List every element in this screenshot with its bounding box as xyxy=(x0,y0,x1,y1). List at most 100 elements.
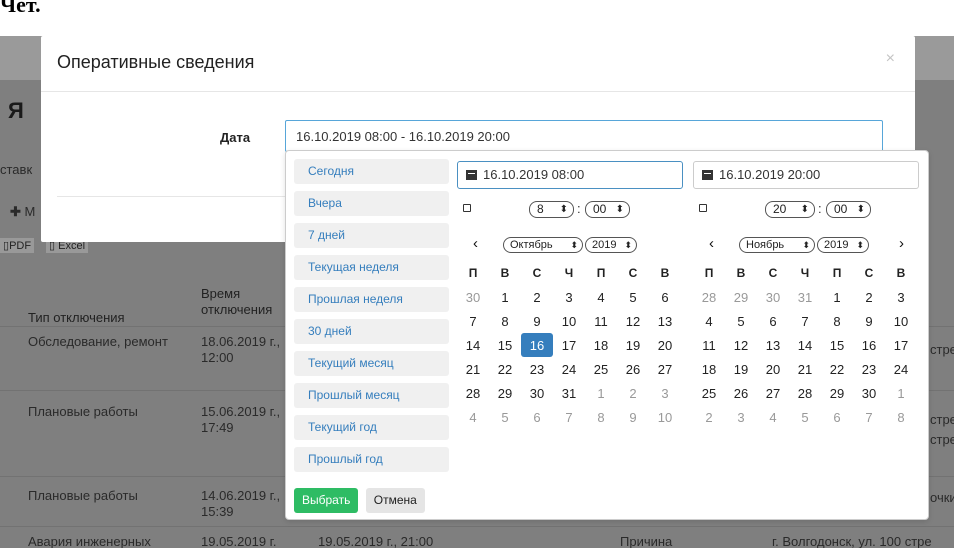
end-hour-select[interactable]: 20 ⬍ xyxy=(765,201,815,218)
preset-range-item[interactable]: Текущий год xyxy=(294,415,449,440)
left-year-select[interactable]: 2019 ⬍ xyxy=(585,237,637,253)
calendar-day[interactable]: 11 xyxy=(693,333,725,357)
next-month-icon[interactable]: › xyxy=(899,235,904,252)
calendar-day[interactable]: 10 xyxy=(553,309,585,333)
calendar-day[interactable]: 28 xyxy=(457,381,489,405)
calendar-day[interactable]: 25 xyxy=(585,357,617,381)
calendar-day[interactable]: 24 xyxy=(885,357,917,381)
close-icon[interactable]: × xyxy=(886,50,895,68)
start-date-input[interactable]: 16.10.2019 08:00 xyxy=(457,161,683,189)
prev-month-icon[interactable]: ‹ xyxy=(473,235,478,252)
preset-range-item[interactable]: Вчера xyxy=(294,191,449,216)
calendar-day[interactable]: 4 xyxy=(457,405,489,429)
calendar-day[interactable]: 9 xyxy=(853,309,885,333)
calendar-day[interactable]: 31 xyxy=(553,381,585,405)
preset-range-item[interactable]: Текущий месяц xyxy=(294,351,449,376)
calendar-day[interactable]: 9 xyxy=(521,309,553,333)
calendar-day[interactable]: 6 xyxy=(821,405,853,429)
calendar-day[interactable]: 29 xyxy=(725,285,757,309)
calendar-day[interactable]: 14 xyxy=(457,333,489,357)
export-pdf-button[interactable]: ▯PDF xyxy=(0,238,35,253)
calendar-day[interactable]: 3 xyxy=(725,405,757,429)
calendar-day[interactable]: 26 xyxy=(725,381,757,405)
calendar-day[interactable]: 10 xyxy=(885,309,917,333)
calendar-day[interactable]: 20 xyxy=(757,357,789,381)
calendar-day[interactable]: 23 xyxy=(521,357,553,381)
preset-range-item[interactable]: Текущая неделя xyxy=(294,255,449,280)
calendar-day[interactable]: 6 xyxy=(649,285,681,309)
calendar-day[interactable]: 29 xyxy=(821,381,853,405)
calendar-day[interactable]: 8 xyxy=(585,405,617,429)
calendar-day[interactable]: 16 xyxy=(853,333,885,357)
calendar-day[interactable]: 2 xyxy=(521,285,553,309)
right-year-select[interactable]: 2019 ⬍ xyxy=(817,237,869,253)
calendar-day[interactable]: 2 xyxy=(853,285,885,309)
date-range-input[interactable] xyxy=(285,120,883,152)
calendar-day[interactable]: 28 xyxy=(789,381,821,405)
preset-range-item[interactable]: 7 дней xyxy=(294,223,449,248)
calendar-day[interactable]: 22 xyxy=(489,357,521,381)
calendar-day[interactable]: 3 xyxy=(553,285,585,309)
calendar-day[interactable]: 6 xyxy=(757,309,789,333)
left-month-select[interactable]: Октябрь ⬍ xyxy=(503,237,583,253)
calendar-day[interactable]: 11 xyxy=(585,309,617,333)
preset-range-item[interactable]: Сегодня xyxy=(294,159,449,184)
calendar-day[interactable]: 7 xyxy=(457,309,489,333)
calendar-day[interactable]: 30 xyxy=(457,285,489,309)
calendar-day[interactable]: 8 xyxy=(821,309,853,333)
calendar-day[interactable]: 15 xyxy=(821,333,853,357)
preset-range-item[interactable]: Прошлый год xyxy=(294,447,449,472)
end-date-input[interactable]: 16.10.2019 20:00 xyxy=(693,161,919,189)
calendar-day[interactable]: 7 xyxy=(789,309,821,333)
calendar-day[interactable]: 18 xyxy=(693,357,725,381)
preset-range-item[interactable]: Прошлая неделя xyxy=(294,287,449,312)
calendar-day[interactable]: 21 xyxy=(457,357,489,381)
calendar-day[interactable]: 10 xyxy=(649,405,681,429)
calendar-day[interactable]: 13 xyxy=(757,333,789,357)
calendar-day[interactable]: 1 xyxy=(585,381,617,405)
calendar-day[interactable]: 19 xyxy=(617,333,649,357)
calendar-day[interactable]: 23 xyxy=(853,357,885,381)
calendar-day[interactable]: 1 xyxy=(885,381,917,405)
calendar-day[interactable]: 30 xyxy=(521,381,553,405)
calendar-day[interactable]: 5 xyxy=(725,309,757,333)
calendar-day[interactable]: 5 xyxy=(617,285,649,309)
calendar-day[interactable]: 15 xyxy=(489,333,521,357)
calendar-day[interactable]: 17 xyxy=(885,333,917,357)
calendar-day[interactable]: 30 xyxy=(757,285,789,309)
calendar-day[interactable]: 16 xyxy=(521,333,553,357)
calendar-day[interactable]: 13 xyxy=(649,309,681,333)
calendar-day[interactable]: 4 xyxy=(693,309,725,333)
calendar-day[interactable]: 2 xyxy=(693,405,725,429)
prev-month-icon[interactable]: ‹ xyxy=(709,235,714,252)
calendar-day[interactable]: 31 xyxy=(789,285,821,309)
calendar-day[interactable]: 21 xyxy=(789,357,821,381)
calendar-day[interactable]: 12 xyxy=(617,309,649,333)
calendar-day[interactable]: 28 xyxy=(693,285,725,309)
calendar-day[interactable]: 5 xyxy=(489,405,521,429)
calendar-day[interactable]: 27 xyxy=(757,381,789,405)
calendar-day[interactable]: 7 xyxy=(553,405,585,429)
add-button[interactable]: ✚ М xyxy=(10,204,35,220)
calendar-day[interactable]: 29 xyxy=(489,381,521,405)
start-hour-select[interactable]: 8 ⬍ xyxy=(529,201,574,218)
calendar-day[interactable]: 9 xyxy=(617,405,649,429)
calendar-day[interactable]: 14 xyxy=(789,333,821,357)
calendar-day[interactable]: 12 xyxy=(725,333,757,357)
end-time-checkbox[interactable] xyxy=(699,204,707,212)
calendar-day[interactable]: 24 xyxy=(553,357,585,381)
end-minute-select[interactable]: 00 ⬍ xyxy=(826,201,871,218)
calendar-day[interactable]: 22 xyxy=(821,357,853,381)
calendar-day[interactable]: 19 xyxy=(725,357,757,381)
calendar-day[interactable]: 27 xyxy=(649,357,681,381)
calendar-day[interactable]: 30 xyxy=(853,381,885,405)
calendar-day[interactable]: 7 xyxy=(853,405,885,429)
preset-range-item[interactable]: Прошлый месяц xyxy=(294,383,449,408)
calendar-day[interactable]: 8 xyxy=(489,309,521,333)
calendar-day[interactable]: 4 xyxy=(585,285,617,309)
calendar-day[interactable]: 3 xyxy=(885,285,917,309)
calendar-day[interactable]: 1 xyxy=(821,285,853,309)
calendar-day[interactable]: 25 xyxy=(693,381,725,405)
calendar-day[interactable]: 4 xyxy=(757,405,789,429)
calendar-day[interactable]: 6 xyxy=(521,405,553,429)
